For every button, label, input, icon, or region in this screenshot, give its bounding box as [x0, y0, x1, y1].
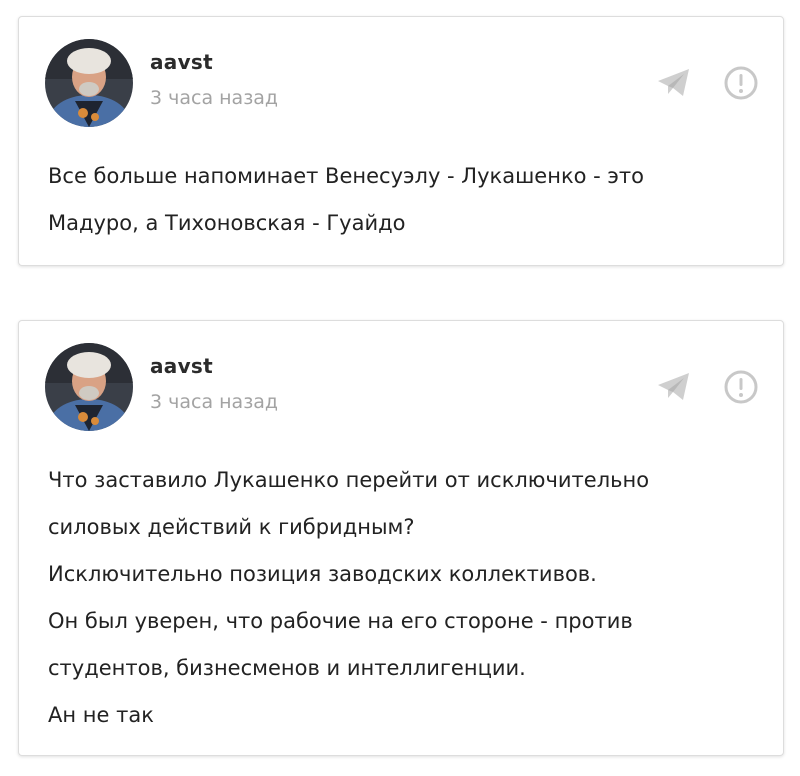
comment-line: Исключительно позиция заводских коллекти…	[48, 562, 597, 586]
author-name[interactable]: aavst	[150, 50, 213, 74]
avatar[interactable]	[45, 39, 133, 127]
author-name[interactable]: aavst	[150, 354, 213, 378]
comment-line: студентов, бизнесменов и интеллигенции.	[48, 656, 526, 680]
telegram-share-icon[interactable]	[656, 369, 692, 403]
comment-line: силовых действий к гибридным?	[48, 515, 415, 539]
report-exclamation-icon[interactable]	[723, 65, 759, 101]
timestamp: 3 часа назад	[150, 391, 279, 413]
comment-line: Мадуро, а Тихоновская - Гуайдо	[48, 211, 406, 235]
comment-card: aavst 3 часа назад Все больше напоминает…	[18, 16, 784, 266]
comment-line: Все больше напоминает Венесуэлу - Лукаше…	[48, 164, 645, 188]
comment-line: Что заставило Лукашенко перейти от исклю…	[48, 468, 650, 492]
comment-text: Все больше напоминает Венесуэлу - Лукаше…	[48, 153, 763, 247]
telegram-share-icon[interactable]	[656, 65, 692, 99]
report-exclamation-icon[interactable]	[723, 369, 759, 405]
avatar[interactable]	[45, 343, 133, 431]
comment-line: Ан не так	[48, 703, 154, 727]
comment-line: Он был уверен, что рабочие на его сторон…	[48, 609, 633, 633]
timestamp: 3 часа назад	[150, 87, 279, 109]
comment-card: aavst 3 часа назад Что заставило Лукашен…	[18, 320, 784, 756]
comment-text: Что заставило Лукашенко перейти от исклю…	[48, 457, 763, 739]
